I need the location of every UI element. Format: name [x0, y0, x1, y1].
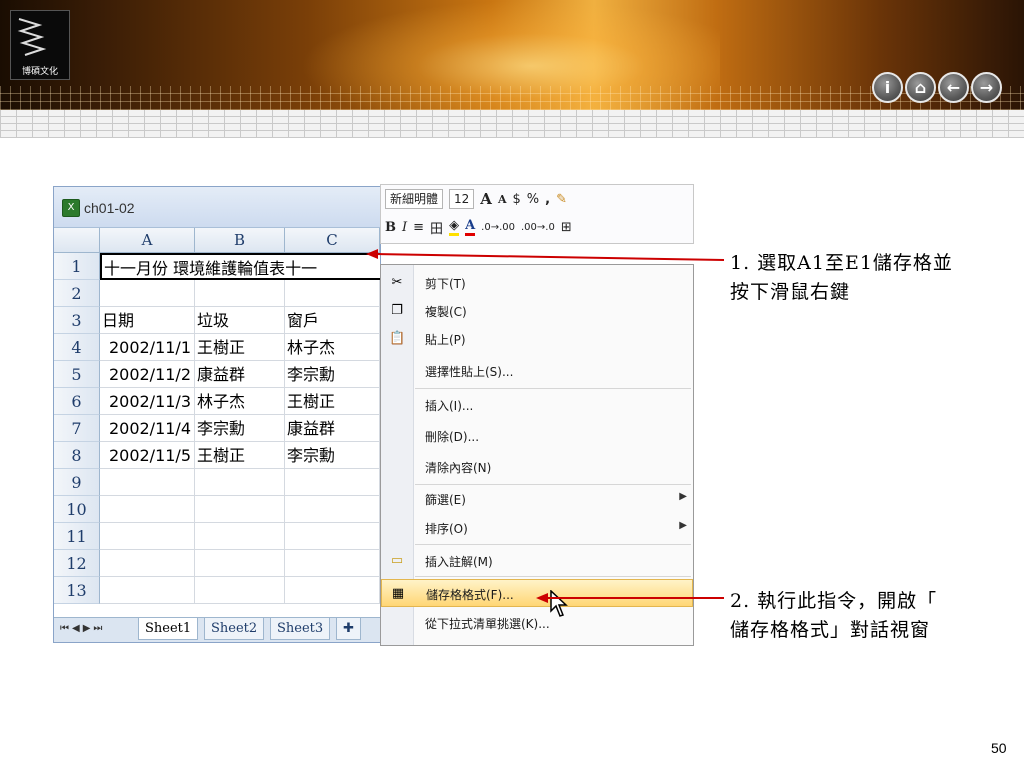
annotation-step1: 1. 選取A1至E1儲存格並 按下滑鼠右鍵: [730, 249, 953, 307]
annotation-step2-line2: 儲存格格式」對話視窗: [730, 619, 931, 641]
step1-arrow-line: [373, 253, 725, 261]
annotation-step2: 2. 執行此指令，開啟「 儲存格格式」對話視窗: [730, 587, 937, 645]
annotation-arrows: [366, 249, 725, 603]
annotation-step2-line1: 2. 執行此指令，開啟「: [730, 590, 938, 612]
step2-arrowhead: [536, 593, 548, 603]
page-number: 50: [991, 740, 1007, 756]
annotation-step1-line2: 按下滑鼠右鍵: [730, 281, 851, 303]
annotation-step1-line1: 1. 選取A1至E1儲存格並: [730, 252, 953, 274]
step1-arrowhead: [366, 249, 378, 259]
